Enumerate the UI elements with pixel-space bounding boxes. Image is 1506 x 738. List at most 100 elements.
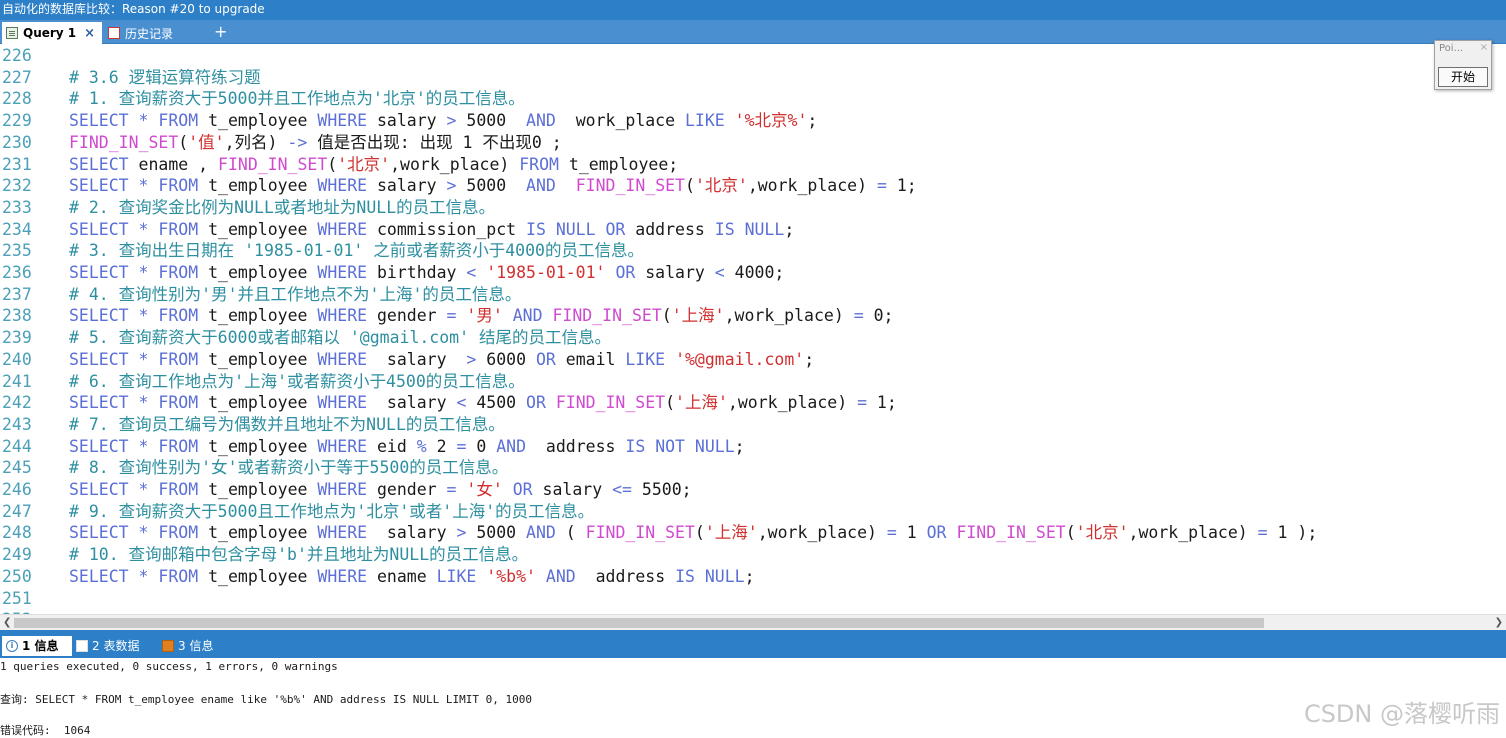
code-token: < — [714, 263, 725, 282]
code-text: SELECT * FROM t_employee WHERE gender = … — [69, 479, 692, 500]
code-text: SELECT * FROM t_employee WHERE gender = … — [69, 305, 893, 326]
code-token: salary — [635, 263, 715, 282]
code-token: FIND_IN_SET — [552, 306, 662, 326]
code-token: t_employee — [198, 349, 318, 369]
code-token: IS NULL — [675, 566, 745, 586]
code-line[interactable]: 249 # 10. 查询邮箱中包含字母'b'并且地址为NULL的员工信息。 — [0, 544, 1506, 565]
code-token: AND — [526, 111, 556, 131]
code-line[interactable]: 248 SELECT * FROM t_employee WHERE salary… — [0, 522, 1506, 543]
code-line[interactable]: 228 # 1. 查询薪资大于5000并且工作地点为'北京'的员工信息。 — [0, 88, 1506, 109]
code-token: t_employee — [198, 219, 318, 239]
code-line[interactable]: 237 # 4. 查询性别为'男'并且工作地点不为'上海'的员工信息。 — [0, 284, 1506, 305]
code-token: * — [138, 306, 149, 326]
code-line[interactable]: 229 SELECT * FROM t_employee WHERE salary… — [0, 110, 1506, 131]
code-text: SELECT * FROM t_employee WHERE salary < … — [69, 392, 897, 413]
code-line[interactable]: 227 # 3.6 逻辑运算符练习题 — [0, 67, 1506, 88]
line-number: 233 — [2, 197, 32, 217]
tab-query-1[interactable]: Query 1 × — [2, 22, 102, 44]
code-text: FIND_IN_SET('值',列名) -> 值是否出现: 出现 1 不出现0 … — [69, 132, 562, 153]
tab-info-1[interactable]: i 1 信息 — [2, 636, 72, 656]
code-line[interactable]: 246 SELECT * FROM t_employee WHERE gender… — [0, 479, 1506, 500]
code-token: SELECT — [69, 480, 129, 499]
new-tab-button[interactable]: + — [214, 22, 227, 42]
code-token: WHERE — [317, 566, 368, 586]
code-token: ( — [178, 132, 189, 152]
code-line[interactable]: 245 # 8. 查询性别为'女'或者薪资小于等于5500的员工信息。 — [0, 457, 1506, 478]
output-panel: 1 queries executed, 0 success, 1 errors,… — [0, 658, 1506, 737]
code-token: '女' — [466, 480, 503, 499]
code-line[interactable]: 234 SELECT * FROM t_employee WHERE commis… — [0, 219, 1506, 240]
horizontal-scrollbar[interactable]: ❮ ❯ — [0, 614, 1506, 630]
scroll-left-icon[interactable]: ❮ — [3, 615, 11, 630]
line-number: 228 — [2, 89, 32, 109]
code-token: salary — [367, 393, 457, 413]
watermark: CSDN @落樱听雨 — [1303, 700, 1500, 728]
code-text: SELECT * FROM t_employee WHERE birthday … — [69, 262, 784, 283]
code-line[interactable]: 243 # 7. 查询员工编号为偶数并且地址不为NULL的员工信息。 — [0, 414, 1506, 435]
code-text: SELECT * FROM t_employee WHERE eid % 2 =… — [69, 436, 745, 457]
code-token: t_employee — [198, 436, 318, 456]
code-line[interactable]: 241 # 6. 查询工作地点为'上海'或者薪资小于4500的员工信息。 — [0, 371, 1506, 392]
line-number: 241 — [2, 371, 32, 391]
code-token: WHERE — [317, 393, 368, 413]
code-token: * — [138, 566, 149, 586]
close-icon[interactable]: × — [84, 26, 95, 41]
code-token: '%@gmail.com' — [675, 349, 805, 369]
code-line[interactable]: 240 SELECT * FROM t_employee WHERE salary… — [0, 349, 1506, 370]
code-line[interactable]: 250 SELECT * FROM t_employee WHERE ename … — [0, 566, 1506, 587]
code-token: SELECT — [69, 176, 129, 196]
code-token: 1 ); — [1267, 523, 1318, 543]
code-line[interactable]: 238 SELECT * FROM t_employee WHERE gender… — [0, 305, 1506, 326]
scrollbar-thumb[interactable] — [14, 618, 1264, 628]
code-token: = — [876, 176, 887, 196]
code-line[interactable]: 244 SELECT * FROM t_employee WHERE eid % … — [0, 436, 1506, 457]
code-token: 5000 — [466, 523, 527, 543]
code-token: FROM — [158, 393, 199, 413]
code-line[interactable]: 239 # 5. 查询薪资大于6000或者邮箱以 '@gmail.com' 结尾的… — [0, 327, 1506, 348]
code-line[interactable]: 247 # 9. 查询薪资大于5000且工作地点为'北京'或者'上海'的员工信息。 — [0, 501, 1506, 522]
line-number: 236 — [2, 263, 32, 282]
code-token: FIND_IN_SET — [956, 523, 1066, 543]
code-line[interactable]: 232 SELECT * FROM t_employee WHERE salary… — [0, 175, 1506, 196]
code-token: ,work_place) — [390, 154, 520, 174]
code-text: SELECT * FROM t_employee WHERE salary > … — [69, 522, 1317, 543]
code-token: ,work_place) — [747, 176, 877, 196]
start-button[interactable]: 开始 — [1438, 67, 1488, 87]
code-token: IS NOT NULL — [625, 436, 735, 456]
floating-window-title: Poi... — [1439, 43, 1464, 54]
code-line[interactable]: 226 — [0, 45, 1506, 66]
sql-editor[interactable]: 226 227 # 3.6 逻辑运算符练习题 228 # 1. 查询薪资大于5000并且… — [0, 44, 1506, 614]
code-token: # 9. 查询薪资大于5000且工作地点为'北京'或者'上海'的员工信息。 — [69, 501, 595, 521]
code-token: FIND_IN_SET — [585, 523, 695, 543]
code-token: OR — [615, 263, 636, 282]
code-token: AND — [496, 436, 527, 456]
code-line[interactable]: 233 # 2. 查询奖金比例为NULL或者地址为NULL的员工信息。 — [0, 197, 1506, 218]
code-line[interactable]: 231 SELECT ename , FIND_IN_SET('北京',work_… — [0, 154, 1506, 175]
code-token: = — [853, 306, 864, 326]
code-line[interactable]: 230 FIND_IN_SET('值',列名) -> 值是否出现: 出现 1 不出… — [0, 132, 1506, 153]
code-token: SELECT — [69, 219, 129, 239]
scroll-right-icon[interactable]: ❯ — [1495, 615, 1503, 630]
tab-table-data[interactable]: 2 表数据 — [76, 636, 139, 656]
close-icon[interactable]: × — [1480, 42, 1488, 53]
tab-history[interactable]: 历史记录 — [104, 22, 200, 44]
code-line[interactable]: 242 SELECT * FROM t_employee WHERE salary… — [0, 392, 1506, 413]
code-token: salary — [367, 176, 447, 196]
code-line[interactable]: 251 — [0, 588, 1506, 609]
tab-label: 1 信息 — [22, 639, 59, 653]
code-line[interactable]: 235 # 3. 查询出生日期在 '1985-01-01' 之前或者薪资小于400… — [0, 240, 1506, 261]
tab-info-3[interactable]: 3 信息 — [162, 636, 213, 656]
window-title: 自动化的数据库比较：Reason #20 to upgrade — [0, 0, 1506, 20]
code-line[interactable]: 236 SELECT * FROM t_employee WHERE birthd… — [0, 262, 1506, 283]
code-token: t_employee — [198, 306, 318, 326]
code-text: SELECT * FROM t_employee WHERE salary > … — [69, 349, 814, 370]
